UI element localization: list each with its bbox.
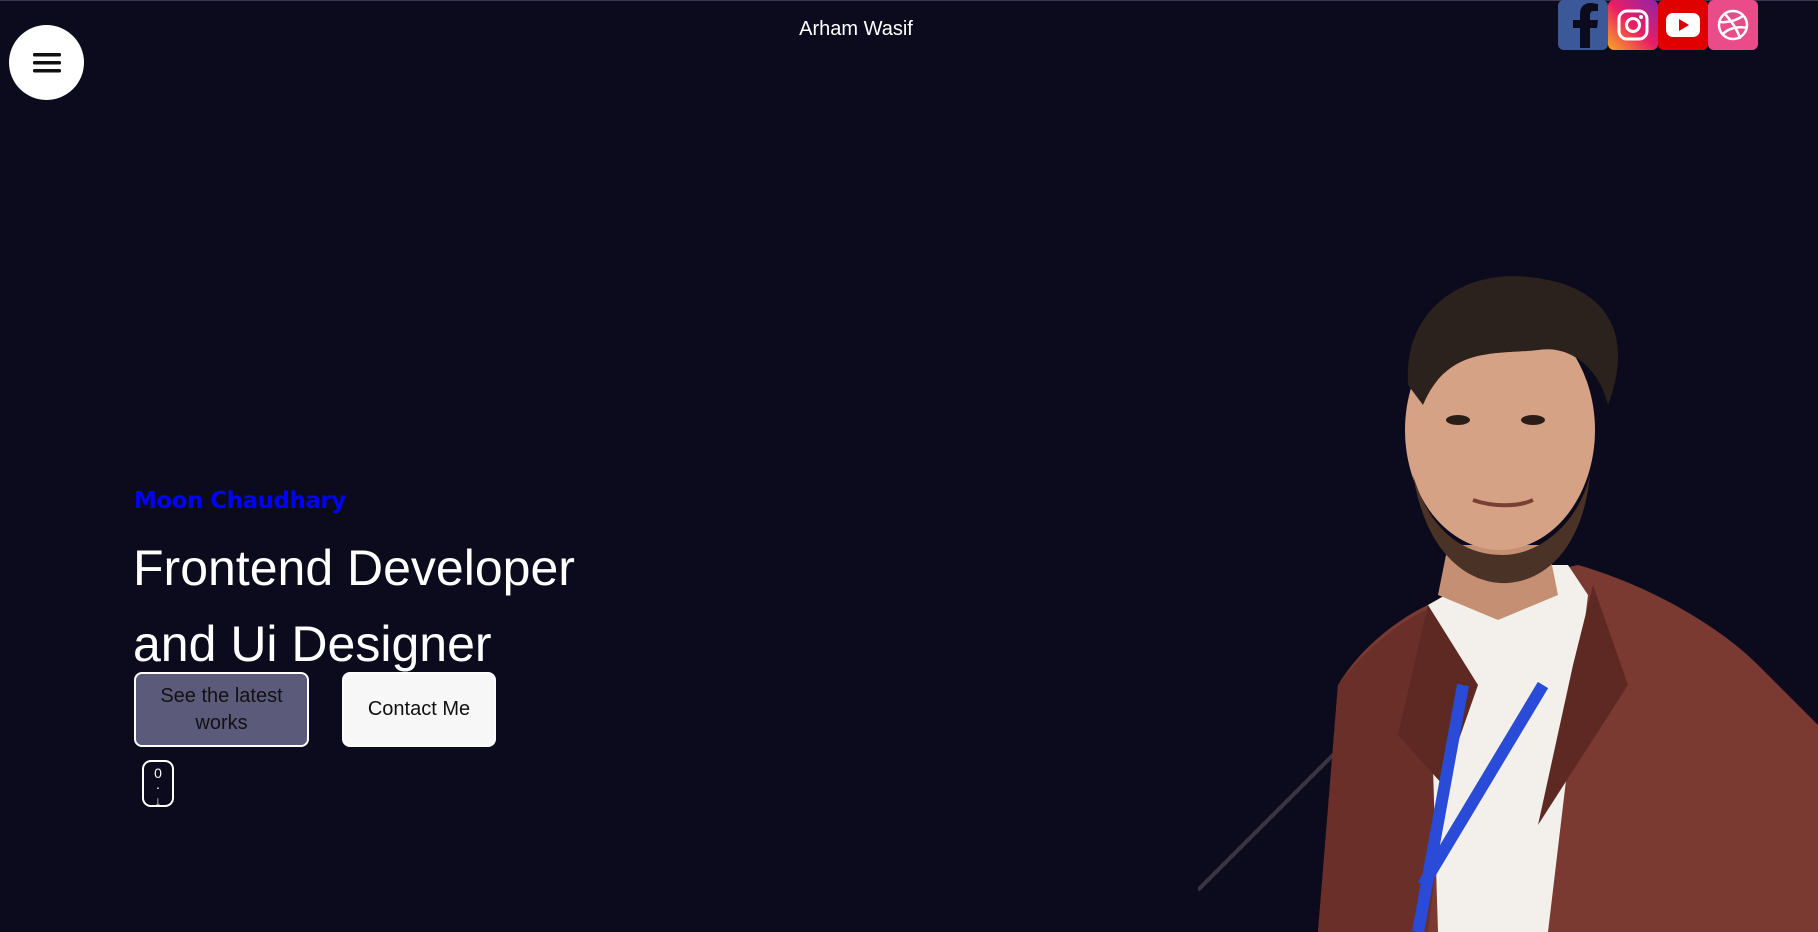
dribbble-icon bbox=[1717, 9, 1749, 41]
youtube-link[interactable] bbox=[1658, 0, 1708, 50]
hero-headline: Frontend Developer and Ui Designer bbox=[133, 530, 575, 682]
site-title: Arham Wasif bbox=[799, 18, 913, 40]
hero-name: Moon Chaudhary bbox=[134, 488, 346, 514]
headline-line-2: and Ui Designer bbox=[133, 616, 492, 672]
scroll-down-indicator[interactable]: 0 · ↓ bbox=[142, 760, 174, 809]
scroll-mouse-top: 0 bbox=[154, 765, 162, 781]
see-latest-works-button[interactable]: See the latest works bbox=[134, 672, 309, 747]
instagram-link[interactable] bbox=[1608, 0, 1658, 50]
top-border bbox=[0, 0, 1818, 1]
scroll-mouse-dot: · bbox=[155, 779, 161, 795]
hamburger-icon bbox=[32, 52, 61, 72]
instagram-icon bbox=[1617, 9, 1649, 41]
social-links bbox=[1558, 0, 1758, 50]
headline-line-1: Frontend Developer bbox=[133, 540, 575, 596]
arrow-down-icon: ↓ bbox=[154, 793, 162, 809]
facebook-link[interactable] bbox=[1558, 0, 1608, 50]
youtube-icon bbox=[1666, 13, 1700, 37]
dribbble-link[interactable] bbox=[1708, 0, 1758, 50]
portrait-photo bbox=[1198, 276, 1818, 932]
contact-me-button[interactable]: Contact Me bbox=[342, 672, 496, 747]
facebook-icon bbox=[1573, 3, 1598, 48]
